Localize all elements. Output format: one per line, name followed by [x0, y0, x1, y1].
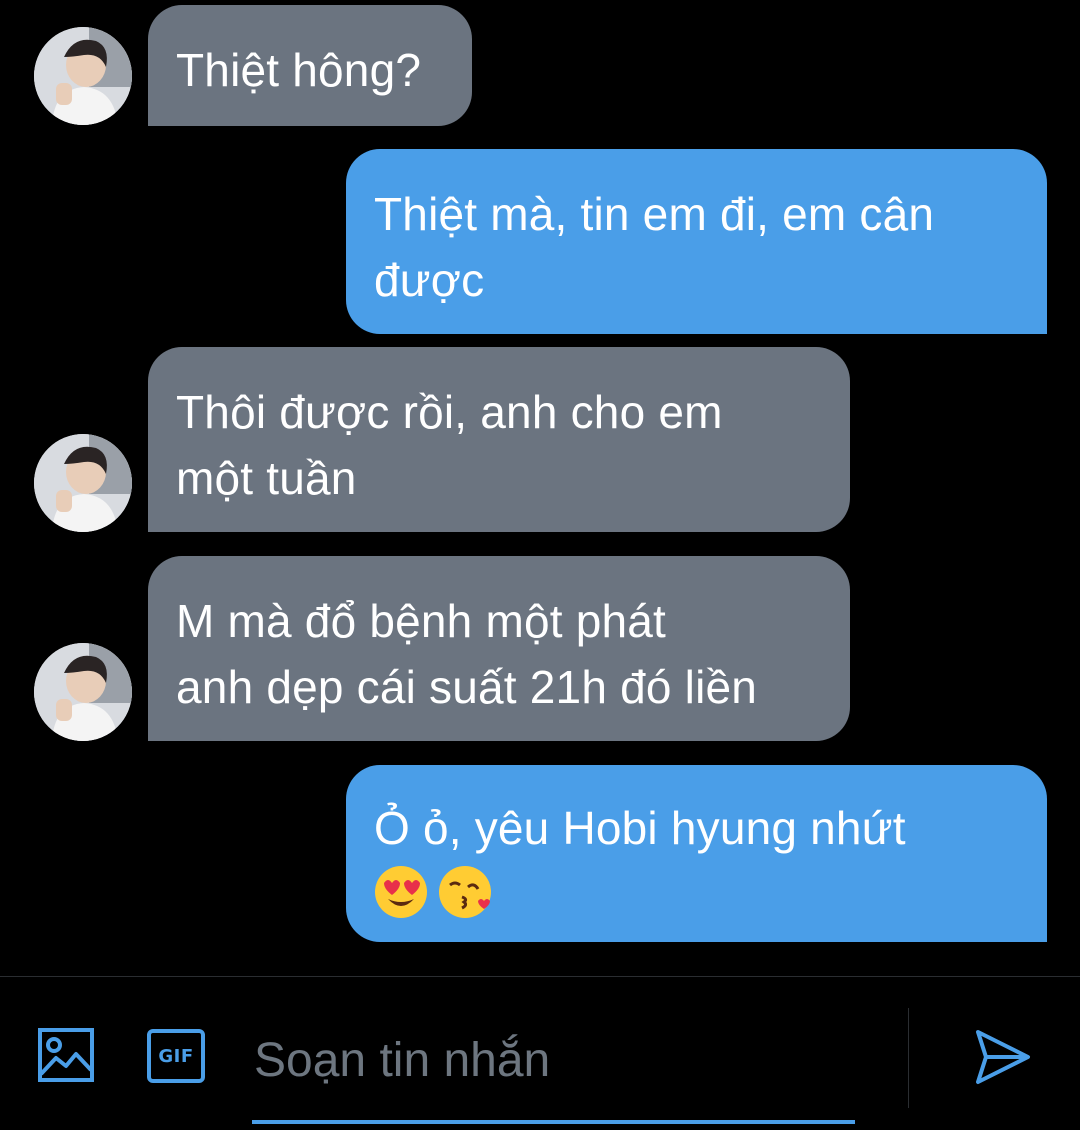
input-underline [252, 1120, 855, 1124]
composer-divider [0, 976, 1080, 977]
gif-button[interactable]: GIF [147, 1029, 205, 1083]
message-bubble-outgoing[interactable]: Ỏ ỏ, yêu Hobi hyung nhứt [346, 765, 1047, 942]
message-text: Ỏ ỏ, yêu Hobi hyung nhứt [374, 802, 906, 854]
emoji-row [374, 865, 1019, 919]
message-text: Thiệt hông? [176, 44, 422, 96]
image-icon[interactable] [38, 1028, 94, 1082]
send-icon[interactable] [972, 1028, 1032, 1086]
kissing-heart-emoji [439, 866, 491, 918]
heart-eyes-emoji [375, 866, 427, 918]
message-text: được [374, 254, 485, 306]
message-text: M mà đổ bệnh một phát [176, 595, 667, 647]
message-bubble-outgoing[interactable]: Thiệt mà, tin em đi, em cân được [346, 149, 1047, 334]
message-text: anh dẹp cái suất 21h đó liền [176, 661, 758, 713]
message-text: Thôi được rồi, anh cho em [176, 386, 723, 438]
message-bubble-incoming[interactable]: Thôi được rồi, anh cho em một tuần [148, 347, 850, 532]
message-bubble-incoming[interactable]: M mà đổ bệnh một phát anh dẹp cái suất 2… [148, 556, 850, 741]
message-input[interactable] [254, 1028, 854, 1092]
message-bubble-incoming[interactable]: Thiệt hông? [148, 5, 472, 126]
message-text: Thiệt mà, tin em đi, em cân [374, 188, 935, 240]
message-text: một tuần [176, 452, 357, 504]
contact-avatar[interactable] [34, 643, 132, 741]
contact-avatar[interactable] [34, 27, 132, 125]
composer-separator [908, 1008, 909, 1108]
contact-avatar[interactable] [34, 434, 132, 532]
